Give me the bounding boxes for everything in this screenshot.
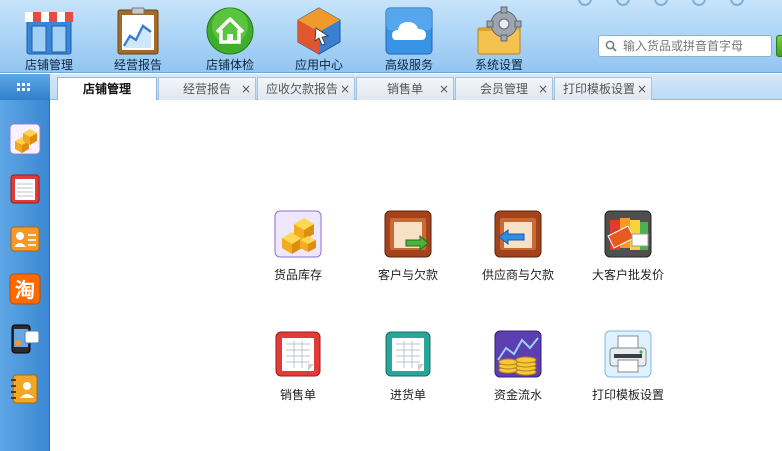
tile-wholesale-price[interactable]: 大客户批发价 bbox=[578, 210, 678, 290]
tab-print-template[interactable]: 打印模板设置 × bbox=[554, 77, 652, 100]
address-book-icon[interactable] bbox=[9, 373, 41, 405]
vip-card-icon[interactable] bbox=[9, 223, 41, 255]
toolbar-label: 应用中心 bbox=[294, 58, 343, 72]
app-center-icon bbox=[297, 7, 341, 55]
notepad-icon[interactable] bbox=[9, 173, 41, 205]
close-icon[interactable]: × bbox=[340, 78, 350, 100]
window-control-icon[interactable] bbox=[654, 0, 668, 6]
tile-label: 进货单 bbox=[389, 388, 426, 402]
boxes-icon[interactable] bbox=[9, 123, 41, 155]
tab-label: 销售单 bbox=[386, 82, 423, 96]
tile-supplier-debt[interactable]: 供应商与欠款 bbox=[468, 210, 568, 290]
toolbar-store-manage[interactable]: 店铺管理 bbox=[9, 4, 89, 72]
toolbar-app-center[interactable]: 应用中心 bbox=[279, 4, 359, 72]
tile-label: 销售单 bbox=[279, 388, 316, 402]
toolbar-label: 店铺体检 bbox=[205, 58, 254, 72]
toolbar-label: 系统设置 bbox=[474, 58, 523, 72]
taobao-icon[interactable]: 淘 bbox=[9, 273, 41, 305]
tile-label: 客户与欠款 bbox=[377, 268, 438, 282]
store-icon bbox=[25, 12, 73, 55]
window-control-icon[interactable] bbox=[730, 0, 744, 6]
supplier-debt-icon bbox=[494, 210, 542, 258]
tab-label: 打印模板设置 bbox=[562, 82, 635, 96]
menu-grid-button[interactable] bbox=[0, 74, 50, 100]
purchase-order-icon bbox=[385, 331, 431, 377]
tab-business-report[interactable]: 经营报告 × bbox=[158, 77, 256, 100]
toolbar-label: 店铺管理 bbox=[24, 58, 73, 72]
toolbar-store-check[interactable]: 店铺体检 bbox=[190, 4, 270, 72]
tile-label: 货品库存 bbox=[273, 268, 322, 282]
toolbar-business-report[interactable]: 经营报告 bbox=[98, 4, 178, 72]
tile-label: 打印模板设置 bbox=[591, 388, 664, 402]
window-control-icon[interactable] bbox=[692, 0, 706, 6]
toolbar-premium-service[interactable]: 高级服务 bbox=[369, 4, 449, 72]
tile-label: 大客户批发价 bbox=[591, 268, 664, 282]
window-controls bbox=[578, 0, 778, 6]
top-toolbar: 店铺管理 经营报告 店铺体检 应用中心 高级服务 系统设置 输入货品或拼音首字母 bbox=[0, 0, 782, 73]
toolbar-system-settings[interactable]: 系统设置 bbox=[459, 4, 539, 72]
sales-order-icon bbox=[275, 331, 321, 377]
search-box bbox=[598, 35, 772, 57]
customer-debt-icon bbox=[384, 210, 432, 258]
window-control-icon[interactable] bbox=[578, 0, 592, 6]
tab-receivables-report[interactable]: 应收欠款报告 × bbox=[257, 77, 355, 100]
search-input[interactable] bbox=[623, 38, 769, 54]
tile-print-template[interactable]: 打印模板设置 bbox=[578, 330, 678, 410]
tile-customer-debt[interactable]: 客户与欠款 bbox=[358, 210, 458, 290]
gear-folder-icon bbox=[477, 6, 522, 55]
search-icon bbox=[605, 40, 617, 52]
main-dashboard: 货品库存 客户与欠款 供应商与欠款 大客户批发价 销售单 进货单 资金流水 打印… bbox=[50, 100, 782, 451]
tile-label: 供应商与欠款 bbox=[481, 268, 554, 282]
close-icon[interactable]: × bbox=[637, 78, 647, 100]
tab-label: 会员管理 bbox=[479, 82, 528, 96]
toolbar-label: 高级服务 bbox=[384, 58, 433, 72]
home-check-icon bbox=[206, 7, 254, 55]
tab-member-manage[interactable]: 会员管理 × bbox=[455, 77, 553, 100]
report-chart-icon bbox=[117, 7, 159, 55]
left-sidebar: 淘 bbox=[0, 100, 50, 451]
cloud-icon bbox=[385, 7, 433, 55]
tab-label: 经营报告 bbox=[182, 82, 231, 96]
window-control-icon[interactable] bbox=[616, 0, 630, 6]
close-icon[interactable]: × bbox=[439, 78, 449, 100]
search-button[interactable] bbox=[776, 35, 782, 57]
close-icon[interactable]: × bbox=[538, 78, 548, 100]
tab-sales-order[interactable]: 销售单 × bbox=[356, 77, 454, 100]
phone-icon[interactable] bbox=[9, 323, 41, 355]
tab-bar: 店铺管理 经营报告 × 应收欠款报告 × 销售单 × 会员管理 × 打印模板设置… bbox=[0, 74, 782, 101]
toolbar-label: 经营报告 bbox=[113, 58, 162, 72]
tile-inventory[interactable]: 货品库存 bbox=[248, 210, 348, 290]
grid-icon bbox=[17, 83, 30, 91]
price-tag-icon bbox=[604, 210, 652, 258]
tile-label: 资金流水 bbox=[493, 388, 542, 402]
tab-label: 应收欠款报告 bbox=[265, 82, 338, 96]
tile-purchase-order[interactable]: 进货单 bbox=[358, 330, 458, 410]
svg-text:淘: 淘 bbox=[15, 278, 35, 302]
tab-label: 店铺管理 bbox=[82, 82, 131, 96]
tile-cash-flow[interactable]: 资金流水 bbox=[468, 330, 568, 410]
printer-icon bbox=[604, 330, 652, 378]
tab-store-manage[interactable]: 店铺管理 bbox=[57, 77, 157, 101]
close-icon[interactable]: × bbox=[241, 78, 251, 100]
cash-flow-icon bbox=[494, 330, 542, 378]
inventory-icon bbox=[274, 210, 322, 258]
tile-sales-order[interactable]: 销售单 bbox=[248, 330, 348, 410]
